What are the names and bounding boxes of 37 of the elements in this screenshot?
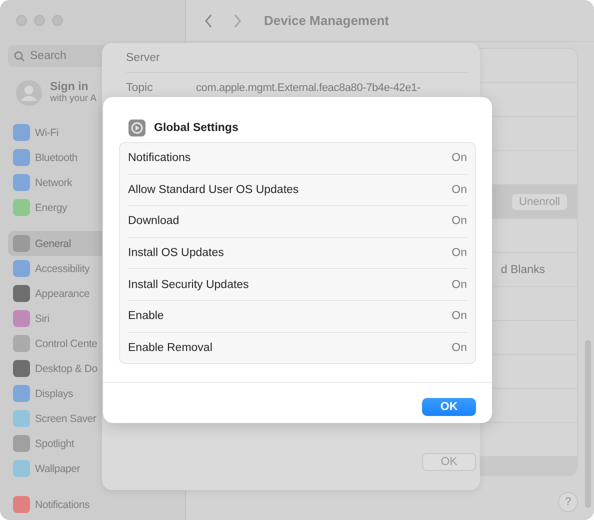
- sidebar-item[interactable]: Wallpaper: [8, 456, 185, 481]
- help-button[interactable]: ?: [558, 492, 578, 512]
- setting-label: Notifications: [128, 152, 191, 164]
- setting-label: Enable: [128, 310, 164, 322]
- account-title[interactable]: Sign in: [50, 81, 96, 93]
- setting-label: Allow Standard User OS Updates: [128, 184, 299, 196]
- back-icon[interactable]: [204, 14, 213, 28]
- ok-button[interactable]: OK: [422, 453, 476, 471]
- setting-value: On: [452, 342, 467, 354]
- forward-icon[interactable]: [233, 14, 242, 28]
- sheet-value: com.apple.mgmt.External.feac8a80-7b4e-42e1-: [196, 82, 420, 94]
- setting-value: On: [452, 215, 467, 228]
- dialog-title: Global Settings: [154, 122, 238, 134]
- ok-button[interactable]: OK: [422, 398, 476, 416]
- minimize-icon[interactable]: [34, 15, 45, 26]
- sidebar-item[interactable]: Notifications: [8, 492, 185, 517]
- unenroll-button[interactable]: Unenroll: [512, 194, 567, 210]
- setting-label: Enable Removal: [128, 342, 212, 354]
- window-title: Device Management: [264, 13, 389, 28]
- partial-text: d Blanks: [500, 264, 545, 276]
- setting-label: Install Security Updates: [128, 278, 249, 291]
- zoom-icon[interactable]: [52, 15, 63, 26]
- sidebar-item[interactable]: Screen Saver: [8, 406, 185, 431]
- setting-value: On: [452, 184, 467, 196]
- account-subtitle: with your A: [50, 93, 96, 104]
- setting-value: On: [452, 278, 467, 291]
- sidebar-item[interactable]: Spotlight: [8, 431, 185, 456]
- sheet-label: Topic: [126, 82, 154, 94]
- search-icon: [14, 50, 25, 62]
- setting-value: On: [452, 310, 467, 322]
- avatar-icon: [16, 80, 42, 106]
- setting-label: Download: [128, 215, 180, 228]
- close-icon[interactable]: [16, 15, 27, 26]
- setting-value: On: [452, 247, 467, 260]
- sidebar-item[interactable]: Desktop & Do: [8, 356, 185, 381]
- setting-value: On: [452, 152, 467, 164]
- sidebar-item[interactable]: Displays: [8, 381, 185, 406]
